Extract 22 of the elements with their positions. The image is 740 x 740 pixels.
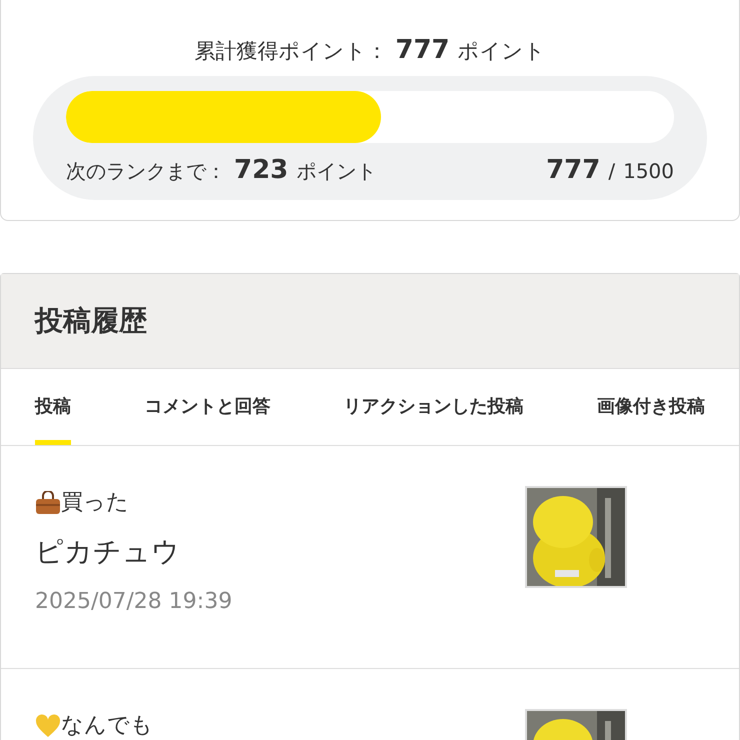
post-date: 2025/07/28 19:39 bbox=[35, 588, 232, 616]
next-rank-label: 次のランクまで： bbox=[66, 158, 226, 185]
post-item[interactable]: なんでも bbox=[1, 669, 739, 740]
post-item[interactable]: 買った ピカチュウ 2025/07/28 19:39 bbox=[1, 446, 739, 669]
post-title: ピカチュウ bbox=[35, 534, 181, 570]
post-category: 買った bbox=[61, 489, 129, 517]
next-rank-unit: ポイント bbox=[296, 158, 376, 185]
progress-max: 1500 bbox=[623, 158, 674, 185]
total-points-label: 累計獲得ポイント： bbox=[194, 38, 388, 65]
post-category: なんでも bbox=[61, 712, 153, 740]
total-points-value: 777 bbox=[395, 34, 450, 67]
tab[interactable]: 画像付き投稿 bbox=[596, 369, 705, 445]
next-rank-value: 723 bbox=[234, 154, 288, 187]
progress-current: 777 bbox=[546, 154, 600, 187]
progress-separator: / bbox=[608, 158, 616, 185]
section-header: 投稿履歴 bbox=[1, 274, 739, 369]
handbag-icon bbox=[35, 490, 61, 514]
tab[interactable]: 投稿 bbox=[35, 369, 71, 445]
total-points-unit: ポイント bbox=[458, 38, 546, 65]
tab[interactable]: リアクションした投稿 bbox=[344, 369, 524, 445]
tab[interactable]: コメントと回答 bbox=[144, 369, 270, 445]
heart-icon bbox=[35, 714, 61, 738]
